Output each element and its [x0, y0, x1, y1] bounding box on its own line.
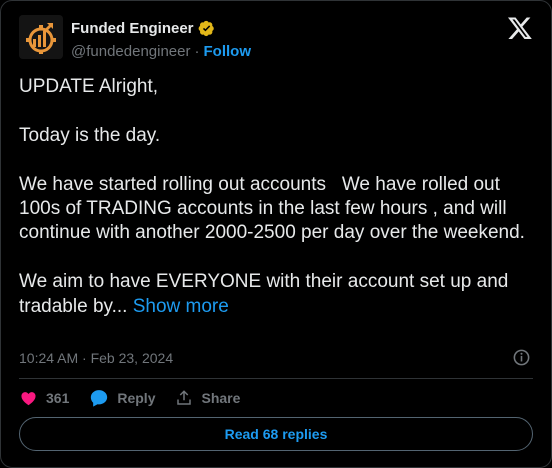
author-name[interactable]: Funded Engineer — [71, 20, 194, 37]
avatar[interactable] — [19, 15, 63, 59]
share-label: Share — [201, 390, 241, 406]
speech-bubble-icon — [91, 390, 108, 407]
post-timestamp[interactable]: 10:24 AM · Feb 23, 2024 — [19, 350, 173, 366]
post-body: UPDATE Alright, Today is the day. We hav… — [19, 76, 525, 317]
post-text: UPDATE Alright, Today is the day. We hav… — [19, 75, 539, 319]
action-bar: 361 Reply Share — [19, 387, 260, 409]
show-more-link[interactable]: Show more — [133, 296, 229, 317]
x-logo-icon[interactable] — [507, 15, 533, 41]
divider — [19, 378, 533, 379]
author-block: Funded Engineer @fundedengineer · Follow — [71, 18, 251, 62]
post-card: Funded Engineer @fundedengineer · Follow… — [0, 0, 552, 468]
separator-dot: · — [194, 42, 200, 60]
author-handle[interactable]: @fundedengineer — [71, 43, 191, 60]
follow-link[interactable]: Follow — [204, 43, 252, 60]
reply-label: Reply — [117, 390, 156, 406]
author-name-row: Funded Engineer — [71, 18, 251, 38]
post-header: Funded Engineer @fundedengineer · Follow — [19, 15, 533, 61]
author-handle-row: @fundedengineer · Follow — [71, 40, 251, 62]
share-upload-icon — [177, 390, 192, 405]
post-meta: 10:24 AM · Feb 23, 2024 — [19, 348, 533, 368]
funded-engineer-logo-icon — [19, 15, 63, 59]
share-button[interactable]: Share — [175, 389, 240, 407]
read-replies-button[interactable]: Read 68 replies — [19, 417, 533, 451]
like-count: 361 — [46, 390, 70, 406]
read-replies-label: Read 68 replies — [224, 426, 328, 442]
verified-badge-icon — [198, 20, 215, 37]
reply-button[interactable]: Reply — [89, 388, 155, 408]
like-button[interactable]: 361 — [19, 389, 69, 408]
heart-icon — [21, 391, 36, 405]
info-icon[interactable] — [512, 348, 531, 370]
